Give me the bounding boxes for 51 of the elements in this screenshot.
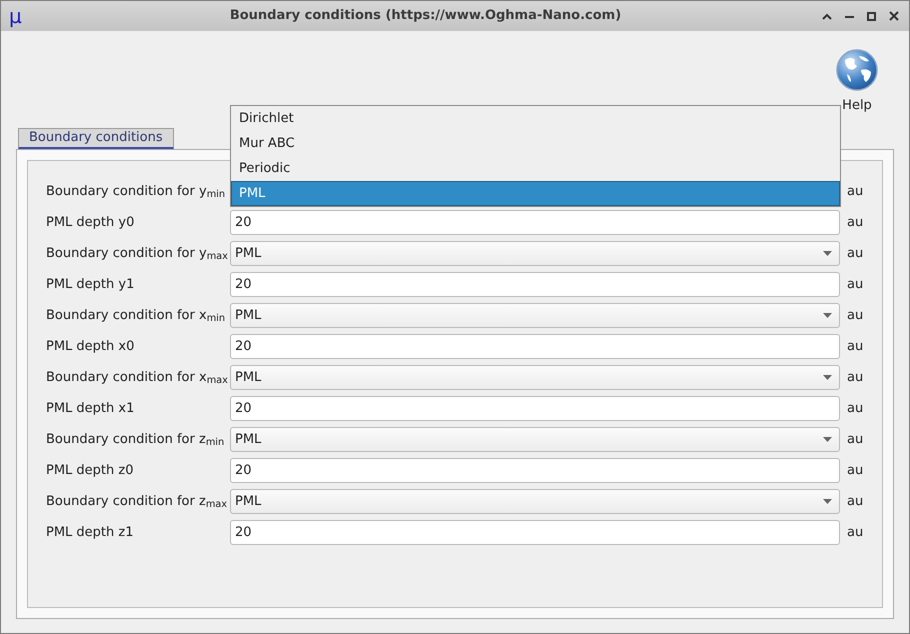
field-label: PML depth z1 [46,524,134,542]
window-title: Boundary conditions (https://www.Oghma-Nano.com) [228,7,622,26]
app-icon: μ [9,6,29,26]
input-field[interactable]: 20 [230,396,840,421]
dropdown-field[interactable]: PML [230,365,840,390]
unit-label: au [846,276,864,294]
dropdown-field[interactable]: PML [230,489,840,514]
unit-label: au [846,306,864,325]
unit-label: au [846,462,864,480]
field-label: Boundary condition for y$_{min}$ [46,182,226,202]
caret-icon [823,437,832,442]
globe-icon [835,48,879,92]
input-field[interactable]: 20 [230,272,840,297]
unit-label: au [846,368,864,387]
close-icon[interactable] [889,11,899,21]
tab[interactable]: Boundary conditions [18,128,174,150]
input-field[interactable]: 20 [230,210,840,235]
unit-label: au [846,524,864,542]
field-label: PML depth z0 [46,462,134,480]
caret-icon [823,313,832,318]
dropdown-field[interactable]: PML [230,303,840,328]
caret-icon [823,375,832,380]
input-field[interactable]: 20 [230,520,840,545]
unit-label: au [846,430,864,449]
dropdown-option[interactable]: Periodic [231,156,840,181]
unit-label: au [846,338,864,356]
field-label: PML depth y1 [46,276,136,294]
field-label: Boundary condition for z$_{min}$ [46,430,226,450]
field-label: Boundary condition for x$_{max}$ [46,368,229,388]
unit-label: au [846,214,864,232]
dropdown-option[interactable]: PML [231,181,840,206]
unit-label: au [846,182,864,201]
unit-label: au [846,400,864,418]
field-label: Boundary condition for x$_{min}$ [46,306,226,326]
chevron-up-icon[interactable] [822,12,832,20]
caret-icon [823,499,832,504]
caret-icon [823,251,832,256]
input-field[interactable]: 20 [230,334,840,359]
dropdown-field[interactable]: PML [230,427,840,452]
field-label: PML depth x1 [46,400,136,418]
unit-label: au [846,244,864,263]
field-label: PML depth x0 [46,338,136,356]
input-field[interactable]: 20 [230,458,840,483]
dropdown-option[interactable]: Mur ABC [231,131,840,156]
field-label: PML depth y0 [46,214,136,232]
field-label: Boundary condition for z$_{max}$ [46,492,228,512]
unit-label: au [846,492,864,511]
dropdown-field[interactable]: PML [230,241,840,266]
field-label: Boundary condition for y$_{max}$ [46,244,229,264]
minimize-icon[interactable] [845,14,854,18]
maximize-icon[interactable] [867,12,876,20]
